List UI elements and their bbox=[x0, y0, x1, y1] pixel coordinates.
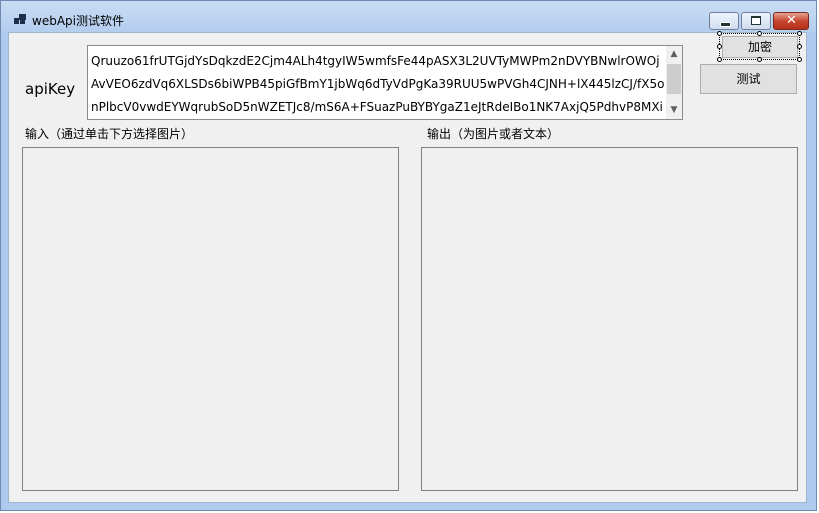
scroll-up-icon[interactable]: ▲ bbox=[666, 46, 682, 63]
output-picturebox bbox=[421, 147, 798, 491]
maximize-button[interactable] bbox=[741, 12, 771, 30]
apikey-textbox[interactable]: Qruuzo61frUTGjdYsDqkzdE2Cjm4ALh4tgyIW5wm… bbox=[87, 45, 683, 120]
minimize-button[interactable] bbox=[709, 12, 739, 30]
maximize-icon bbox=[751, 16, 761, 25]
output-label: 输出（为图片或者文本） bbox=[427, 127, 560, 141]
close-button[interactable]: ✕ bbox=[773, 12, 809, 30]
apikey-scrollbar[interactable]: ▲ ▼ bbox=[666, 46, 682, 119]
test-button[interactable]: 测试 bbox=[700, 64, 797, 94]
close-icon: ✕ bbox=[786, 13, 797, 28]
scroll-thumb[interactable] bbox=[667, 64, 681, 94]
encrypt-button[interactable]: 加密 bbox=[722, 36, 798, 58]
app-icon bbox=[14, 14, 26, 24]
window-title: webApi测试软件 bbox=[32, 14, 124, 28]
apikey-value[interactable]: Qruuzo61frUTGjdYsDqkzdE2Cjm4ALh4tgyIW5wm… bbox=[91, 50, 665, 119]
title-bar[interactable]: webApi测试软件 ✕ bbox=[1, 1, 816, 33]
minimize-icon bbox=[720, 22, 731, 27]
scroll-down-icon[interactable]: ▼ bbox=[666, 102, 682, 119]
input-picturebox[interactable] bbox=[22, 147, 399, 491]
apikey-label: apiKey bbox=[25, 80, 76, 98]
input-label: 输入（通过单击下方选择图片） bbox=[25, 127, 194, 141]
